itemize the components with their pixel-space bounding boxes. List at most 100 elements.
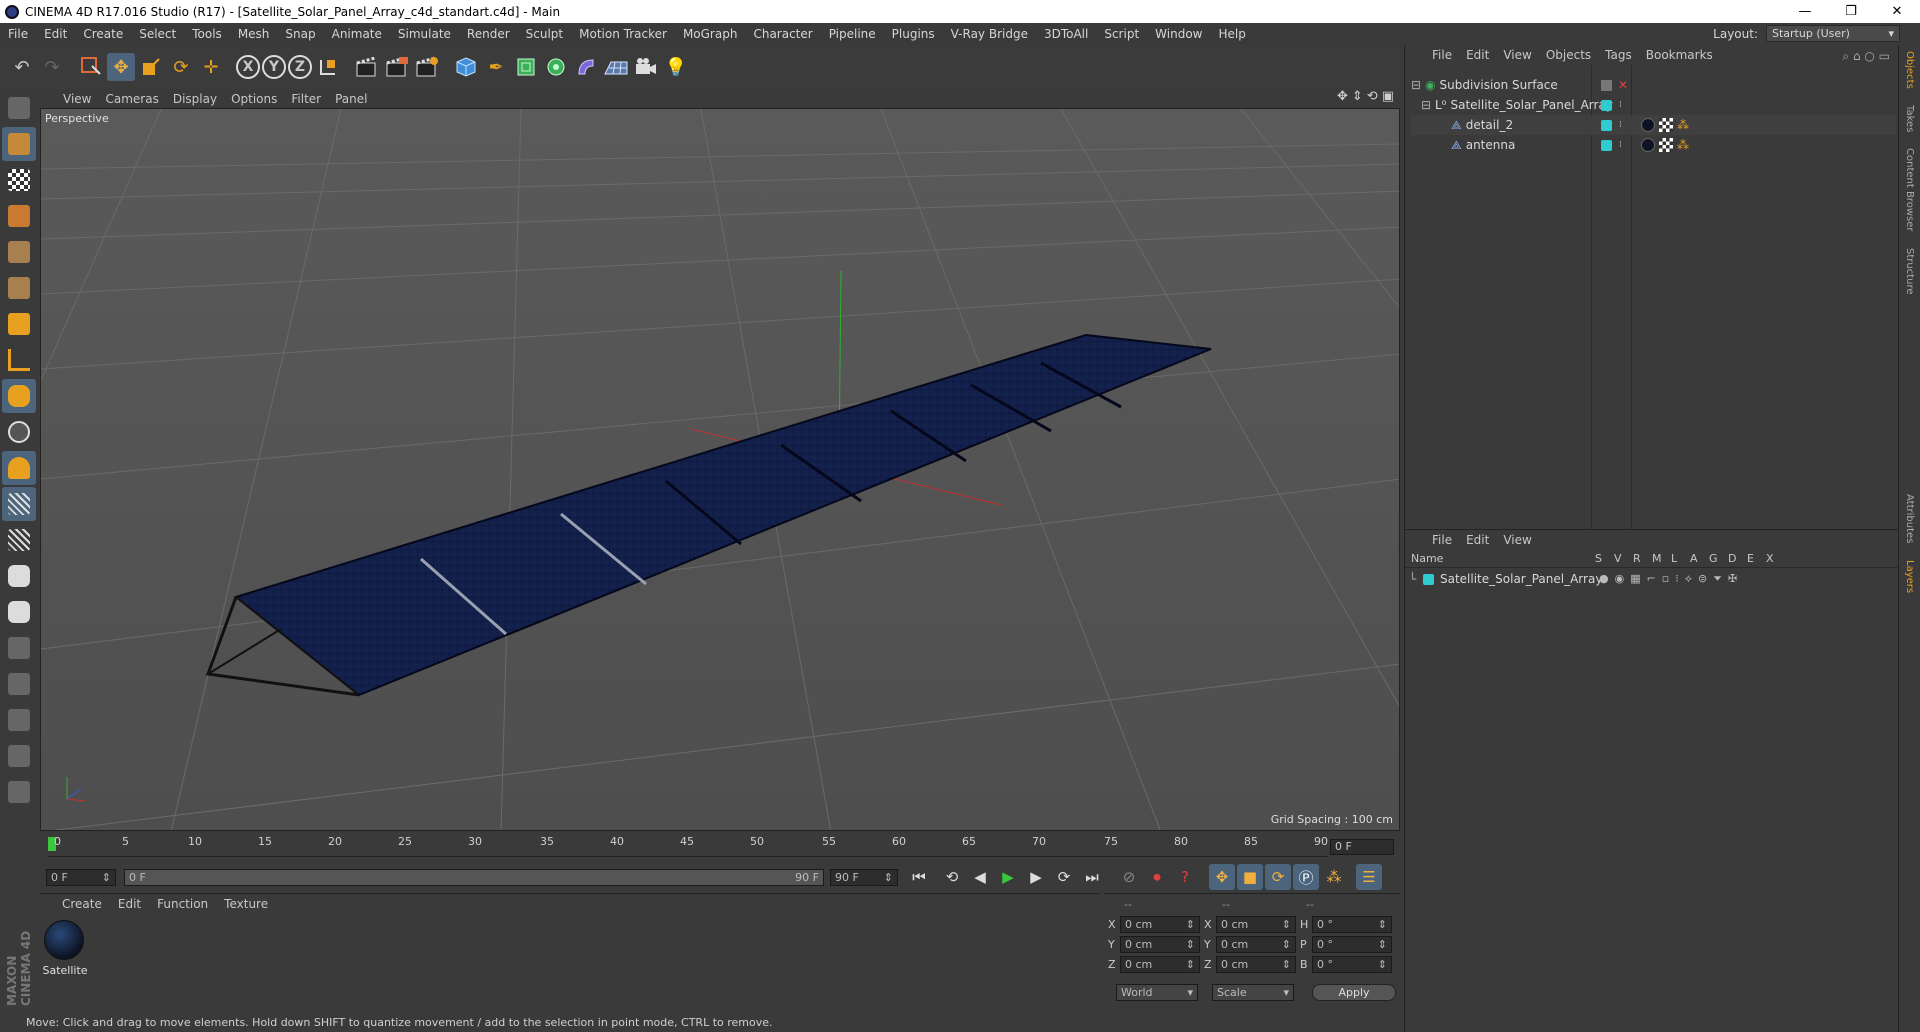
- object-row[interactable]: ⟁ detail_2 ⁞ ⁂: [1411, 115, 1896, 135]
- render-to-picture-viewer-button[interactable]: [383, 49, 411, 85]
- tag-icon[interactable]: ⁂: [1677, 138, 1689, 152]
- workplane-mode-button[interactable]: [2, 199, 36, 233]
- next-frame-button[interactable]: ▶: [1023, 864, 1049, 890]
- menu-3dtoall[interactable]: 3DToAll: [1036, 27, 1096, 41]
- key-parameter-button[interactable]: Ⓟ: [1293, 864, 1319, 890]
- material-menu-edit[interactable]: Edit: [110, 897, 149, 911]
- apply-button[interactable]: Apply: [1312, 984, 1396, 1001]
- floor-button[interactable]: [602, 49, 630, 85]
- current-frame-field[interactable]: 0 F: [1330, 839, 1394, 855]
- model-mode-button[interactable]: [2, 127, 36, 161]
- x-axis-button[interactable]: X: [236, 49, 260, 85]
- tab-attributes[interactable]: Attributes: [1904, 494, 1915, 543]
- tab-layers[interactable]: Layers: [1904, 560, 1915, 593]
- menu-plugins[interactable]: Plugins: [884, 27, 943, 41]
- go-to-end-button[interactable]: ⏭: [1079, 864, 1105, 890]
- 3d-viewport[interactable]: Perspective Grid Spacing : 100 cm: [40, 108, 1400, 831]
- texture-tag-icon[interactable]: [1659, 138, 1673, 152]
- render-view-button[interactable]: [353, 49, 381, 85]
- material-name[interactable]: Satellite: [42, 964, 88, 977]
- layers-menu-view[interactable]: View: [1496, 533, 1538, 547]
- objects-menu-objects[interactable]: Objects: [1539, 48, 1598, 62]
- key-scale-button[interactable]: ■: [1237, 864, 1263, 890]
- objects-menu-view[interactable]: View: [1496, 48, 1538, 62]
- rotate-tool-button[interactable]: ⟳: [167, 49, 195, 85]
- objects-menu-file[interactable]: File: [1425, 48, 1459, 62]
- menu-file[interactable]: File: [0, 27, 36, 41]
- size-y-field[interactable]: 0 cm ⇕: [1216, 936, 1296, 953]
- timeline-ruler[interactable]: 0 5 10 15 20 25 30 35 40 45 50 55 60 65 …: [40, 831, 1400, 861]
- viewport-menu-view[interactable]: View: [56, 92, 98, 106]
- texture-tag-icon[interactable]: [1659, 118, 1673, 132]
- layer-swatch[interactable]: [1601, 119, 1612, 131]
- key-position-button[interactable]: ✥: [1209, 864, 1235, 890]
- timeline-button[interactable]: ☰: [1356, 864, 1382, 890]
- tab-takes[interactable]: Takes: [1904, 105, 1915, 132]
- layer-flag-icons[interactable]: ●◉▦⌐▫⁝⟡⊜⏷✠: [1599, 572, 1743, 586]
- polygons-mode-button[interactable]: [2, 307, 36, 341]
- tweak-mode-button[interactable]: [2, 379, 36, 413]
- menu-create[interactable]: Create: [75, 27, 131, 41]
- snapping-button[interactable]: [2, 415, 36, 449]
- y-axis-button[interactable]: Y: [262, 49, 286, 85]
- material-tag-icon[interactable]: [1641, 118, 1655, 132]
- script-button-5[interactable]: [2, 775, 36, 809]
- close-button[interactable]: ✕: [1874, 0, 1920, 23]
- record-keys-button[interactable]: ⊘: [1116, 864, 1142, 890]
- z-axis-button[interactable]: Z: [288, 49, 312, 85]
- texture-mode-button[interactable]: [2, 163, 36, 197]
- material-menu-create[interactable]: Create: [54, 897, 110, 911]
- disabled-x-icon[interactable]: ✕: [1618, 78, 1628, 92]
- maximize-view-icon[interactable]: ▣: [1382, 89, 1394, 104]
- search-icon[interactable]: ⌕ ⌂ ○ ▭: [1842, 49, 1890, 64]
- array-button[interactable]: [542, 49, 570, 85]
- deformer-button[interactable]: [572, 49, 600, 85]
- menu-vray-bridge[interactable]: V-Ray Bridge: [943, 27, 1036, 41]
- python-button-2[interactable]: [2, 595, 36, 629]
- material-swatch[interactable]: [44, 920, 84, 960]
- script-button-3[interactable]: [2, 703, 36, 737]
- menu-edit[interactable]: Edit: [36, 27, 75, 41]
- position-x-field[interactable]: 0 cm ⇕: [1120, 916, 1200, 933]
- menu-simulate[interactable]: Simulate: [390, 27, 459, 41]
- object-row[interactable]: ⊟ ◉ Subdivision Surface ✕: [1411, 75, 1896, 95]
- zoom-icon[interactable]: ⇕: [1352, 89, 1363, 104]
- grid-snap-button[interactable]: [2, 487, 36, 521]
- menu-sculpt[interactable]: Sculpt: [518, 27, 571, 41]
- axis-mode-button[interactable]: [2, 343, 36, 377]
- material-menu-texture[interactable]: Texture: [216, 897, 276, 911]
- menu-select[interactable]: Select: [131, 27, 184, 41]
- size-mode-select[interactable]: Scale ▾: [1212, 984, 1294, 1001]
- minimize-button[interactable]: —: [1782, 0, 1828, 23]
- size-z-field[interactable]: 0 cm ⇕: [1216, 956, 1296, 973]
- material-tag-icon[interactable]: [1641, 138, 1655, 152]
- layers-menu-edit[interactable]: Edit: [1459, 533, 1496, 547]
- menu-window[interactable]: Window: [1147, 27, 1210, 41]
- menu-snap[interactable]: Snap: [277, 27, 323, 41]
- magnet-button[interactable]: [2, 451, 36, 485]
- pan-icon[interactable]: ✥: [1337, 89, 1348, 104]
- layer-color-swatch[interactable]: [1423, 573, 1434, 585]
- maximize-button[interactable]: ❐: [1828, 0, 1874, 23]
- layout-select[interactable]: Startup (User) ▾: [1766, 25, 1900, 42]
- start-frame-field[interactable]: 0 F ⇕: [46, 868, 116, 886]
- coordinate-mode-select[interactable]: World ▾: [1116, 984, 1198, 1001]
- object-row[interactable]: ⊟ L⁰ Satellite_Solar_Panel_Array ⁞: [1411, 95, 1896, 115]
- locked-workplane-button[interactable]: [2, 523, 36, 557]
- viewport-menu-display[interactable]: Display: [166, 92, 224, 106]
- script-button-2[interactable]: [2, 667, 36, 701]
- render-settings-button[interactable]: [413, 49, 441, 85]
- subdivision-button[interactable]: [512, 49, 540, 85]
- coordinate-system-button[interactable]: [314, 49, 342, 85]
- viewport-menu-cameras[interactable]: Cameras: [98, 92, 165, 106]
- key-rotation-button[interactable]: ⟳: [1265, 864, 1291, 890]
- previous-frame-button[interactable]: ◀: [967, 864, 993, 890]
- rotation-h-field[interactable]: 0 ° ⇕: [1312, 916, 1392, 933]
- layers-menu-file[interactable]: File: [1425, 533, 1459, 547]
- viewport-menu-options[interactable]: Options: [224, 92, 284, 106]
- material-menu-function[interactable]: Function: [149, 897, 216, 911]
- cube-object-button[interactable]: [452, 49, 480, 85]
- light-button[interactable]: 💡: [662, 49, 690, 85]
- keyframe-selection-button[interactable]: ?: [1172, 864, 1198, 890]
- objects-menu-tags[interactable]: Tags: [1598, 48, 1639, 62]
